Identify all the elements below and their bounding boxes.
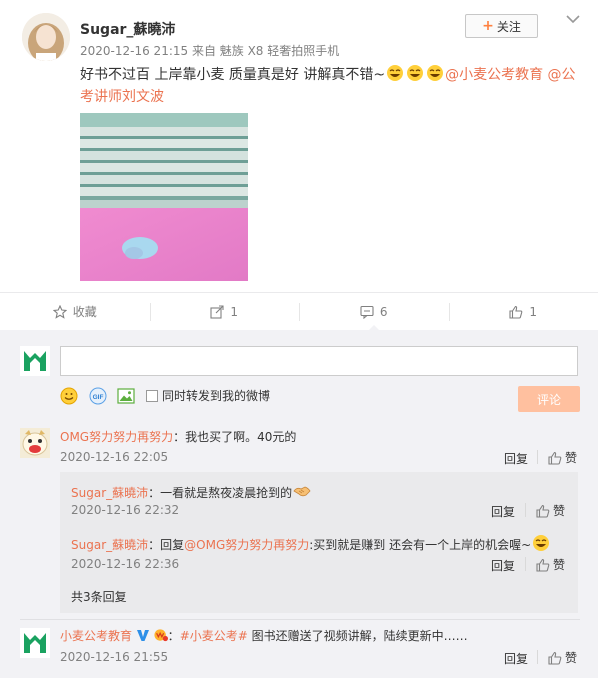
comment-count: 6: [379, 304, 388, 319]
comment-time: 2020-12-16 22:36: [71, 557, 180, 571]
comment-like-button[interactable]: 赞: [536, 502, 565, 519]
star-icon: [52, 304, 67, 319]
comment-like-button[interactable]: 赞: [536, 556, 565, 573]
comment-body: ：回复: [148, 538, 185, 552]
xiaomai-logo-icon: [20, 346, 50, 376]
mention-link[interactable]: @小麦公考教育: [445, 67, 543, 83]
follow-button[interactable]: + 关注: [465, 14, 538, 38]
chevron-down-icon[interactable]: [566, 14, 580, 24]
checkbox-icon[interactable]: [146, 389, 158, 402]
topic-link[interactable]: #小麦公考#: [180, 629, 248, 643]
avatar[interactable]: [20, 628, 50, 658]
reply-button[interactable]: 回复: [504, 450, 528, 467]
comment-author[interactable]: OMG努力努力再努力: [60, 430, 173, 444]
repost-checkbox[interactable]: 同时转发到我的微博: [146, 387, 270, 404]
comment-author[interactable]: 小麦公考教育: [60, 629, 132, 643]
comment-body: ：: [167, 629, 180, 643]
thumbs-up-icon: [536, 558, 550, 572]
like-label: 赞: [565, 651, 578, 665]
post-photo[interactable]: [80, 113, 248, 281]
comment-body: ：我也买了啊。40元的: [173, 430, 297, 444]
repost-button[interactable]: 1: [149, 293, 300, 330]
post-username[interactable]: Sugar_蘇曉沛: [80, 19, 175, 39]
comment-submit-button[interactable]: 评论: [518, 386, 580, 412]
comment-time: 2020-12-16 22:05: [60, 450, 169, 464]
comment-icon: [360, 305, 374, 319]
reply-button[interactable]: 回复: [491, 557, 515, 574]
divider: [525, 557, 526, 571]
like-label: 赞: [565, 451, 578, 465]
comment-text: 小麦公考教育 ：#小麦公考# 图书还赠送了视频讲解，陆续更新中……: [60, 627, 468, 644]
comment-text: Sugar_蘇曉沛：一看就是熬夜凌晨抢到的: [71, 482, 312, 501]
post-text: 好书不过百 上岸靠小麦 质量真是好 讲解真不错~: [80, 67, 386, 83]
reply-button[interactable]: 回复: [491, 503, 515, 520]
comment-time: 2020-12-16 22:32: [71, 503, 180, 517]
svg-text:GIF: GIF: [93, 394, 104, 401]
favorite-button[interactable]: 收藏: [0, 293, 150, 330]
image-icon[interactable]: [117, 387, 135, 405]
like-label: 赞: [553, 504, 566, 518]
plus-icon: +: [482, 18, 494, 34]
thumbs-up-icon: [548, 451, 562, 465]
comment-body: ：一看就是熬夜凌晨抢到的: [148, 486, 293, 500]
divider: [20, 619, 580, 620]
comment-body: :买到就是赚到 还会有一个上岸的机会喔~: [309, 538, 532, 552]
comment-button[interactable]: 6: [299, 293, 449, 331]
repost-icon: [210, 304, 224, 319]
favorite-label: 收藏: [72, 305, 97, 319]
like-label: 赞: [553, 558, 566, 572]
follow-label: 关注: [496, 19, 521, 34]
post-meta: 2020-12-16 21:15 来自 魅族 X8 轻奢拍照手机: [80, 44, 340, 58]
repost-count: 1: [230, 304, 239, 319]
reply-button[interactable]: 回复: [504, 650, 528, 667]
thumbs-up-icon: [536, 504, 550, 518]
divider: [537, 450, 538, 464]
comment-input[interactable]: [60, 346, 578, 376]
comment-time: 2020-12-16 21:55: [60, 650, 169, 664]
like-button[interactable]: 1: [448, 293, 598, 330]
avatar[interactable]: [22, 13, 70, 61]
comment-like-button[interactable]: 赞: [548, 449, 577, 466]
post-content: 好书不过百 上岸靠小麦 质量真是好 讲解真不错~ @小麦公考教育 @公考讲师刘文波: [80, 64, 585, 108]
mention-link[interactable]: @OMG努力努力再努力: [184, 538, 309, 552]
comment-text: OMG努力努力再努力：我也买了啊。40元的: [60, 428, 296, 445]
comment-like-button[interactable]: 赞: [548, 649, 577, 666]
weibo-post: Sugar_蘇曉沛 2020-12-16 21:15 来自 魅族 X8 轻奢拍照…: [0, 0, 598, 292]
divider: [525, 503, 526, 517]
divider: [537, 650, 538, 664]
emoji-icon[interactable]: [60, 387, 78, 405]
action-bar: 收藏 1 6 1: [0, 292, 598, 331]
like-count: 1: [529, 304, 538, 319]
verified-badge-icon: [136, 630, 149, 641]
comment-text: Sugar_蘇曉沛：回复@OMG努力努力再努力:买到就是赚到 还会有一个上岸的机…: [71, 534, 551, 553]
comment-author[interactable]: Sugar_蘇曉沛: [71, 538, 148, 552]
laugh-emoji-icon: [427, 65, 444, 81]
laugh-emoji-icon: [533, 535, 550, 551]
laugh-emoji-icon: [387, 65, 404, 81]
sub-replies: Sugar_蘇曉沛：一看就是熬夜凌晨抢到的 2020-12-16 22:32 回…: [60, 472, 578, 613]
comments-section: GIF 同时转发到我的微博 评论 OMG努力努力再努力：我也买了啊。40元的 2…: [0, 330, 598, 678]
thumbs-up-icon: [548, 651, 562, 665]
comment-author[interactable]: Sugar_蘇曉沛: [71, 486, 148, 500]
comment-body: 图书还赠送了视频讲解，陆续更新中……: [247, 629, 468, 643]
repost-checkbox-label: 同时转发到我的微博: [162, 389, 271, 403]
more-replies-link[interactable]: 共3条回复: [71, 588, 127, 605]
avatar[interactable]: [20, 428, 50, 458]
vip-badge-icon: [154, 629, 168, 642]
handshake-emoji-icon: [293, 486, 311, 497]
thumbs-up-icon: [509, 305, 523, 319]
laugh-emoji-icon: [407, 65, 424, 81]
gif-icon[interactable]: GIF: [89, 387, 107, 405]
